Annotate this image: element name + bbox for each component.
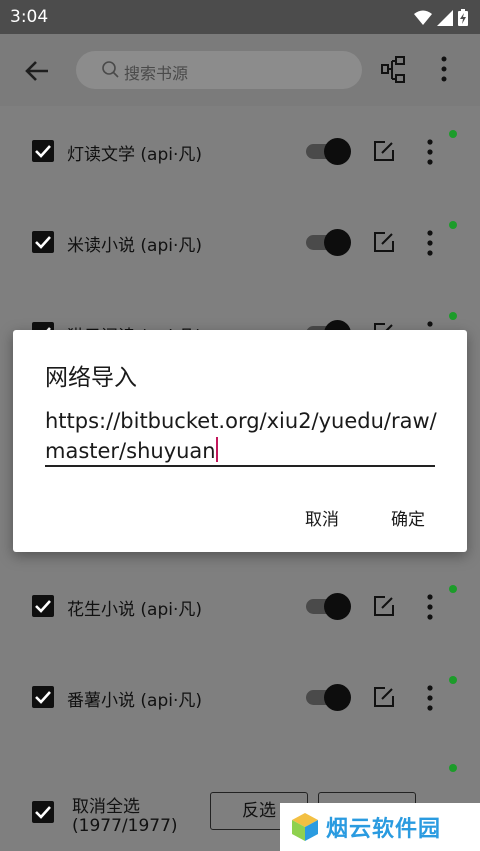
select-all-checkbox[interactable] [32, 801, 54, 823]
search-input[interactable]: 搜索书源 [76, 51, 362, 89]
battery-icon [458, 9, 468, 26]
input-underline [45, 465, 435, 467]
url-input[interactable]: https://bitbucket.org/xiu2/yuedu/raw/mas… [45, 406, 437, 466]
status-time: 3:04 [10, 7, 49, 27]
enable-toggle[interactable] [306, 138, 351, 165]
overflow-menu-icon[interactable] [440, 56, 448, 82]
status-dot [449, 676, 457, 684]
enable-toggle[interactable] [306, 593, 351, 620]
status-dot [449, 585, 457, 593]
url-input-value: https://bitbucket.org/xiu2/yuedu/raw/mas… [45, 409, 437, 463]
cube-logo-icon [292, 813, 318, 841]
enable-toggle[interactable] [306, 229, 351, 256]
cancel-button[interactable]: 取消 [305, 505, 339, 530]
edit-icon[interactable] [373, 686, 395, 708]
status-bar: 3:04 [0, 0, 480, 34]
select-all-label[interactable]: 取消全选 [72, 792, 140, 817]
status-dot [449, 130, 457, 138]
edit-icon[interactable] [373, 595, 395, 617]
checkmark-icon [35, 600, 51, 613]
edit-icon[interactable] [373, 231, 395, 253]
more-icon[interactable] [426, 685, 434, 711]
source-name: 番薯小说 (api·凡) [67, 691, 203, 711]
search-placeholder: 搜索书源 [124, 64, 189, 83]
ok-button[interactable]: 确定 [391, 505, 425, 530]
watermark: 烟云软件园 [280, 803, 480, 851]
source-row[interactable]: 花生小说 (api·凡) [0, 561, 480, 653]
enable-toggle[interactable] [306, 684, 351, 711]
network-import-dialog: 网络导入 https://bitbucket.org/xiu2/yuedu/ra… [13, 330, 467, 552]
row-checkbox[interactable] [32, 231, 54, 253]
status-dot [449, 312, 457, 320]
status-dot [449, 764, 457, 772]
wifi-icon [414, 10, 432, 25]
checkmark-icon [35, 691, 51, 704]
dialog-title: 网络导入 [45, 365, 137, 391]
checkmark-icon [35, 236, 51, 249]
back-arrow-icon[interactable] [22, 56, 52, 86]
source-name: 灯读文学 (api·凡) [67, 145, 203, 165]
search-icon [102, 61, 119, 78]
more-icon[interactable] [426, 594, 434, 620]
text-cursor [215, 437, 218, 462]
checkmark-icon [35, 806, 51, 819]
row-checkbox[interactable] [32, 595, 54, 617]
selection-count: (1977/1977) [72, 816, 178, 836]
more-icon[interactable] [426, 230, 434, 256]
checkmark-icon [35, 145, 51, 158]
source-row[interactable]: 米读小说 (api·凡) [0, 197, 480, 289]
watermark-text: 烟云软件园 [326, 817, 442, 842]
source-row[interactable]: 番薯小说 (api·凡) [0, 652, 480, 744]
edit-icon[interactable] [373, 140, 395, 162]
more-icon[interactable] [426, 139, 434, 165]
source-row[interactable]: 灯读文学 (api·凡) [0, 106, 480, 198]
source-name: 花生小说 (api·凡) [67, 600, 203, 620]
group-icon[interactable] [380, 56, 408, 84]
row-checkbox[interactable] [32, 686, 54, 708]
status-dot [449, 221, 457, 229]
row-checkbox[interactable] [32, 140, 54, 162]
app-toolbar: 搜索书源 [0, 34, 480, 106]
signal-icon [437, 9, 453, 26]
system-icons [414, 9, 468, 26]
source-name: 米读小说 (api·凡) [67, 236, 203, 256]
